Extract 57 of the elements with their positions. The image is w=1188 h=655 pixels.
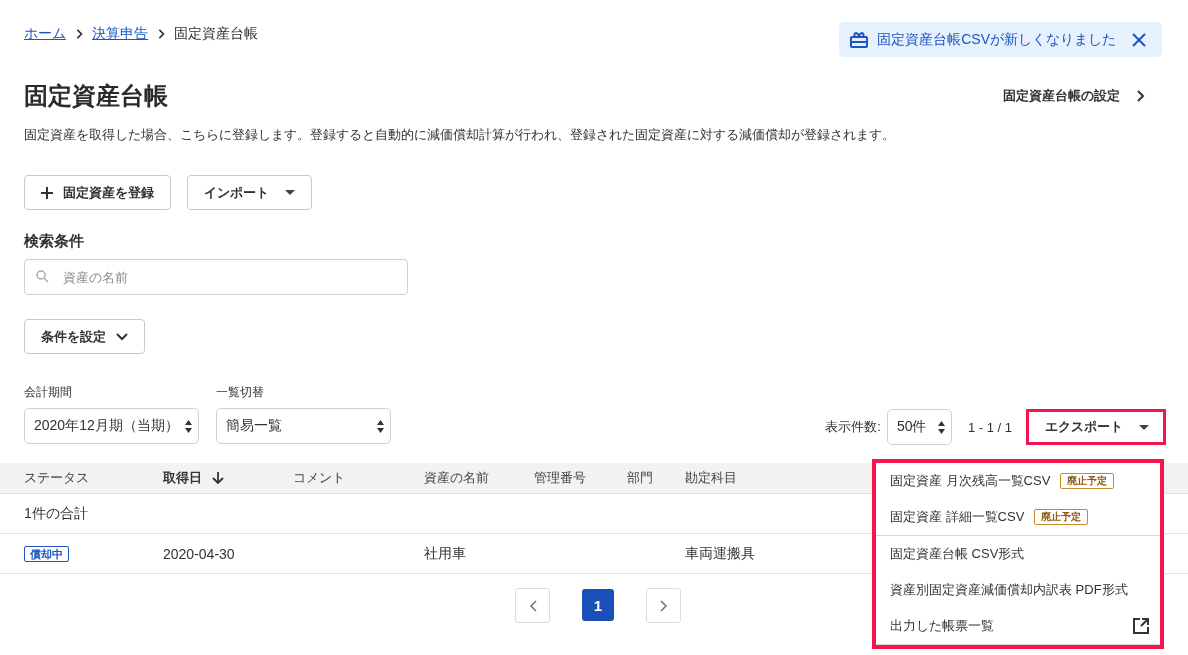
chevron-down-icon xyxy=(116,332,128,341)
previous-page-button[interactable] xyxy=(515,588,550,623)
menu-item[interactable]: 固定資産 詳細一覧CSV 廃止予定 xyxy=(876,499,1160,535)
menu-item[interactable]: 固定資産台帳 CSV形式 xyxy=(876,535,1160,572)
arrow-down-icon xyxy=(212,471,224,485)
period-select[interactable]: 2020年12月期（当期） xyxy=(24,408,199,444)
view-select[interactable]: 簡易一覧 xyxy=(216,408,391,444)
column-header[interactable]: 資産の名前 xyxy=(424,469,534,487)
breadcrumb-link[interactable]: ホーム xyxy=(24,25,66,43)
column-header[interactable]: 勘定科目 xyxy=(685,469,866,487)
page-number[interactable]: 1 xyxy=(582,589,614,621)
search-icon xyxy=(36,270,49,283)
register-button[interactable]: 固定資産を登録 xyxy=(24,175,171,210)
filter-label: 一覧切替 xyxy=(216,384,265,401)
import-button[interactable]: インポート xyxy=(187,175,312,210)
column-header[interactable]: 部門 xyxy=(627,469,685,487)
menu-item[interactable]: 固定資産 月次残高一覧CSV 廃止予定 xyxy=(876,463,1160,499)
page-title: 固定資産台帳 xyxy=(24,81,168,111)
gift-icon xyxy=(849,30,870,49)
page-size-select[interactable]: 50件 xyxy=(886,409,952,445)
total-label: 1件の合計 xyxy=(24,504,89,523)
caret-down-icon xyxy=(285,190,295,195)
conditions-button[interactable]: 条件を設定 xyxy=(24,319,145,354)
search-field[interactable]: 資産の名前 xyxy=(24,259,408,295)
deprecated-tag: 廃止予定 xyxy=(1060,473,1115,489)
next-page-button[interactable] xyxy=(646,588,681,623)
filter-label: 会計期間 xyxy=(24,384,73,401)
chevron-right-icon xyxy=(156,27,166,41)
chevron-left-icon xyxy=(528,599,537,612)
column-header[interactable]: コメント xyxy=(293,469,424,487)
table-cell-text: 2020-04-30 xyxy=(163,545,236,562)
column-header[interactable]: ステータス xyxy=(24,469,163,487)
search-heading: 検索条件 xyxy=(24,232,85,251)
updown-icon xyxy=(377,419,384,433)
column-header[interactable]: 管理番号 xyxy=(534,469,627,487)
range-text: 1 - 1 / 1 xyxy=(967,419,1012,435)
menu-item[interactable]: 資産別固定資産減価償却内訳表 PDF形式 xyxy=(876,572,1160,608)
updown-icon xyxy=(937,420,945,434)
menu-item[interactable]: 出力した帳票一覧 xyxy=(876,608,1160,645)
updown-icon xyxy=(185,419,192,433)
caret-down-icon xyxy=(1139,424,1149,430)
chevron-right-icon xyxy=(1134,89,1146,103)
breadcrumb-link[interactable]: 決算申告 xyxy=(92,25,148,43)
status-tag: 償却中 xyxy=(24,545,69,562)
notice-text: 固定資産台帳CSVが新しくなりました xyxy=(877,30,1116,49)
column-header[interactable]: 取得日 xyxy=(163,469,293,487)
settings-link[interactable]: 固定資産台帳の設定 xyxy=(1003,87,1146,105)
chevron-right-icon xyxy=(74,27,84,41)
breadcrumb-current: 固定資産台帳 xyxy=(174,25,258,43)
deprecated-tag: 廃止予定 xyxy=(1034,509,1089,525)
plus-icon xyxy=(41,186,53,199)
table-cell-text: 車両運搬具 xyxy=(685,544,756,563)
description-text: 固定資産を取得した場合、こちらに登録します。登録すると自動的に減価償却計算が行われ、登録された固定資産に対する減価償却が登録されます。 xyxy=(24,126,896,144)
export-button[interactable]: エクスポート xyxy=(1026,409,1166,445)
table-cell-text: 社用車 xyxy=(424,544,467,563)
chevron-right-icon xyxy=(659,599,668,612)
page-size-label: 表示件数: xyxy=(825,418,881,436)
